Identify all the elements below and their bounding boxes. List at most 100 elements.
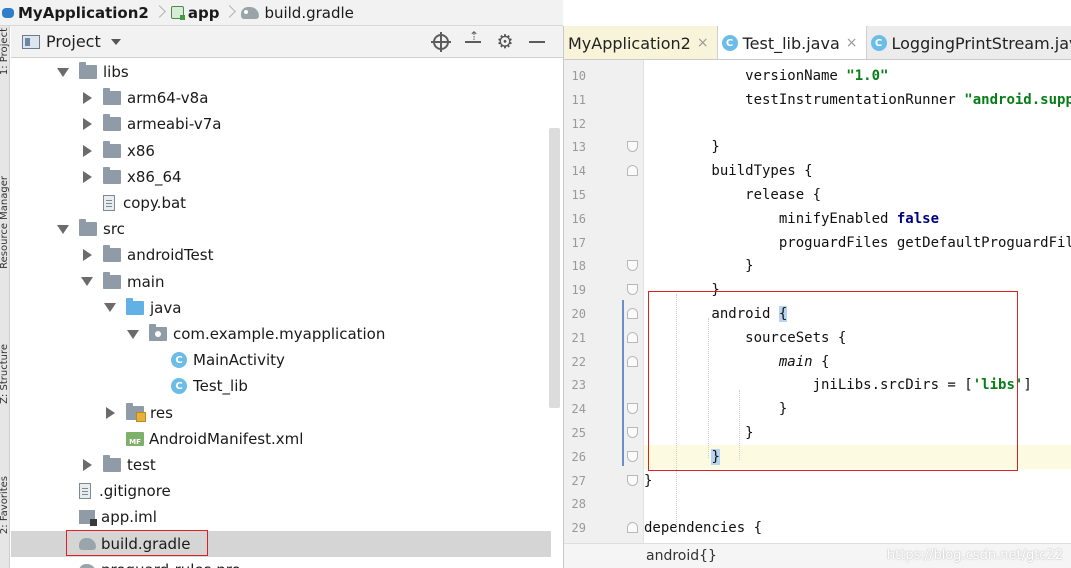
fold-marker-icon[interactable] <box>627 331 638 343</box>
chevron-right-icon[interactable] <box>83 170 92 183</box>
tree-item-com-example-myapplication[interactable]: com.example.myapplication <box>11 321 551 347</box>
fold-marker-icon[interactable] <box>627 165 638 177</box>
fold-marker-icon[interactable] <box>627 284 638 296</box>
editor-tab-loggingprintstream-java[interactable]: C LoggingPrintStream.java <box>867 26 1071 59</box>
close-icon[interactable]: × <box>697 35 709 51</box>
line-number: 29 <box>571 521 586 536</box>
project-panel-toolbar: ⚙ <box>425 26 553 58</box>
manifest-icon: MF <box>126 431 144 446</box>
chevron-right-icon[interactable] <box>83 118 92 131</box>
editor-tab-myapplication2[interactable]: MyApplication2 × <box>564 26 718 59</box>
change-marker[interactable] <box>622 300 624 466</box>
code-line: } <box>644 135 1071 159</box>
tree-item-java[interactable]: java <box>11 295 551 321</box>
code-token: release { <box>644 187 822 203</box>
chevron-down-icon[interactable] <box>81 277 93 287</box>
tree-item-arm64-v8a[interactable]: arm64-v8a <box>11 85 551 111</box>
module-icon <box>170 6 185 20</box>
folder-icon <box>103 140 121 158</box>
folder-icon <box>103 455 121 472</box>
tree-item-copy-bat[interactable]: copy.bat <box>11 190 551 216</box>
project-view-selector[interactable]: Project <box>46 32 101 51</box>
tree-item-label: test <box>127 456 156 474</box>
fold-marker-icon[interactable] <box>627 450 638 462</box>
tree-item-gitignore[interactable]: .gitignore <box>11 478 551 504</box>
code-breadcrumb[interactable]: android{} <box>646 548 717 564</box>
code-line: dependencies { <box>644 516 1071 540</box>
text-file-icon <box>79 483 91 500</box>
line-number: 11 <box>571 92 586 107</box>
tree-item-res[interactable]: res <box>11 400 551 426</box>
close-icon[interactable]: × <box>846 35 858 51</box>
tree-item-test[interactable]: test <box>11 452 551 478</box>
tree-item-label: src <box>103 220 125 239</box>
breadcrumb-separator <box>225 2 235 24</box>
breadcrumb-project[interactable]: MyApplication2 <box>0 0 151 25</box>
tree-item-x86-64[interactable]: x86_64 <box>11 164 551 190</box>
breadcrumb-module[interactable]: app <box>169 0 222 25</box>
chevron-right-icon[interactable] <box>106 406 115 419</box>
tab-label: Test_lib.java <box>742 33 840 53</box>
stripe-tab-project[interactable]: 1: Project <box>0 28 9 75</box>
tree-item-label: .gitignore <box>99 482 171 501</box>
chevron-down-icon[interactable] <box>104 303 116 313</box>
collapse-all-icon <box>465 29 481 50</box>
collapse-all-button[interactable] <box>457 26 489 58</box>
chevron-down-icon[interactable] <box>127 329 139 339</box>
fold-marker-icon[interactable] <box>627 522 638 534</box>
tree-item-mainactivity[interactable]: C MainActivity <box>11 347 551 373</box>
tab-label: LoggingPrintStream.java <box>891 33 1071 53</box>
breadcrumb-separator <box>155 2 165 24</box>
chevron-right-icon[interactable] <box>83 92 92 105</box>
stripe-tab-structure[interactable]: Z: Structure <box>0 344 9 404</box>
tree-item-app-iml[interactable]: app.iml <box>11 504 551 530</box>
fold-marker-icon[interactable] <box>627 427 638 438</box>
code-line: testInstrumentationRunner "android.suppo… <box>644 88 1071 112</box>
tree-item-androidtest[interactable]: androidTest <box>11 242 551 268</box>
editor-tab-test-lib-java[interactable]: C Test_lib.java × <box>717 26 867 59</box>
fold-marker-icon[interactable] <box>627 403 638 415</box>
tree-item-libs[interactable]: libs <box>11 59 551 85</box>
chevron-down-icon[interactable] <box>110 38 121 45</box>
chevron-right-icon[interactable] <box>83 459 92 471</box>
line-number: 15 <box>571 188 586 202</box>
settings-button[interactable]: ⚙ <box>489 26 521 58</box>
chevron-down-icon[interactable] <box>57 67 69 77</box>
tree-item-main[interactable]: main <box>11 269 551 295</box>
line-number: 16 <box>571 211 586 226</box>
locate-file-button[interactable] <box>425 26 457 58</box>
line-number: 27 <box>571 473 586 488</box>
stripe-tab-favorites[interactable]: 2: Favorites <box>0 476 9 534</box>
chevron-right-icon[interactable] <box>83 249 92 262</box>
line-number: 24 <box>571 402 586 417</box>
line-number: 10 <box>571 69 586 83</box>
hide-panel-button[interactable] <box>521 26 553 58</box>
tree-scrollbar[interactable] <box>549 128 560 408</box>
tree-item-src[interactable]: src <box>11 216 551 242</box>
tree-item-proguard-rules-pro[interactable]: proguard-rules.pro <box>11 557 551 568</box>
folder-icon <box>79 62 97 79</box>
tree-item-x86[interactable]: x86 <box>11 138 551 164</box>
line-number: 25 <box>571 426 586 440</box>
fold-marker-icon[interactable] <box>627 355 638 367</box>
chevron-right-icon[interactable] <box>83 144 92 157</box>
tree-item-label: java <box>150 298 182 317</box>
navigation-breadcrumb: MyApplication2 app build.gradle <box>0 0 563 26</box>
code-token: } <box>644 139 720 156</box>
tree-item-armeabi-v7a[interactable]: armeabi-v7a <box>11 111 551 137</box>
fold-marker-icon[interactable] <box>627 474 638 486</box>
fold-marker-icon[interactable] <box>627 308 638 319</box>
code-token: ] <box>1023 377 1032 394</box>
stripe-tab-resource-manager[interactable]: Resource Manager <box>0 176 9 269</box>
breadcrumb-file[interactable]: build.gradle <box>239 0 355 25</box>
tree-item-androidmanifest-xml[interactable]: MF AndroidManifest.xml <box>11 426 551 452</box>
fold-marker-icon[interactable] <box>627 141 638 153</box>
chevron-down-icon[interactable] <box>57 224 69 234</box>
project-view-icon <box>22 34 40 49</box>
code-line: minifyEnabled false <box>644 207 1071 231</box>
fold-marker-icon[interactable] <box>627 260 638 272</box>
tree-item-test-lib[interactable]: C Test_lib <box>11 373 551 399</box>
tree-item-label: androidTest <box>127 246 214 265</box>
code-token: false <box>896 210 940 227</box>
code-token: dependencies { <box>644 520 763 537</box>
